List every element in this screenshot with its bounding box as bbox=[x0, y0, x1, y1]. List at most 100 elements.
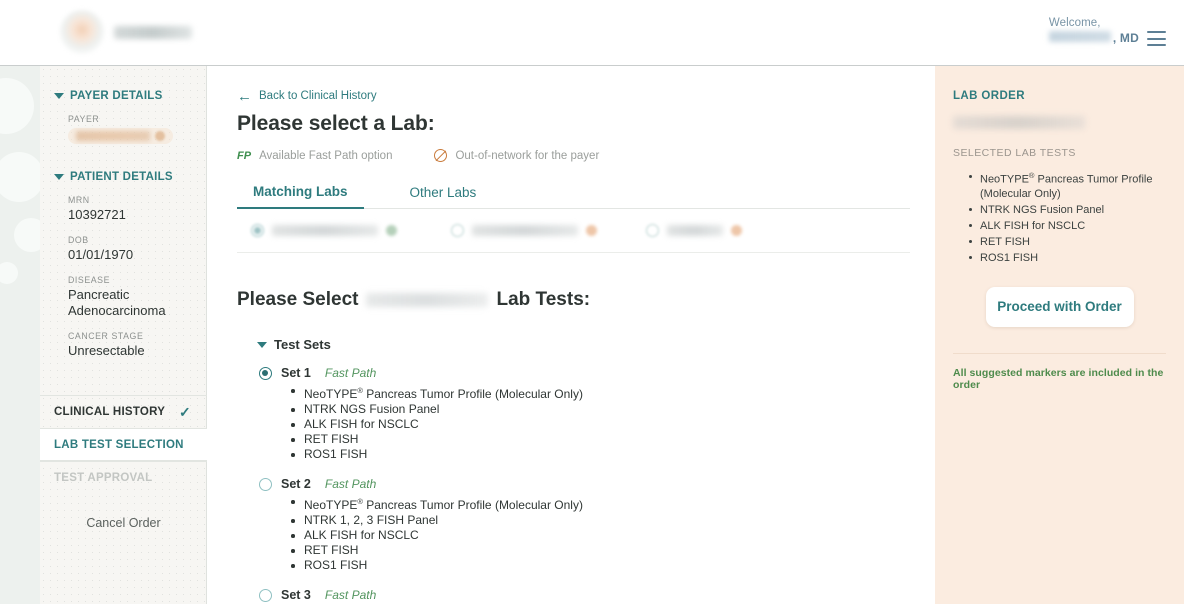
test-name-pre: NeoTYPE bbox=[980, 173, 1029, 186]
radio-icon[interactable] bbox=[259, 366, 272, 380]
field-value: 10392721 bbox=[68, 207, 126, 222]
payer-value-chip[interactable] bbox=[68, 128, 173, 144]
list-item: NTRK 1, 2, 3 FISH Panel bbox=[291, 513, 935, 528]
test-name: NTRK 1, 2, 3 FISH Panel bbox=[304, 513, 439, 527]
lab-name-redacted bbox=[667, 225, 723, 236]
chevron-down-icon bbox=[54, 174, 64, 180]
list-item: ROS1 FISH bbox=[969, 251, 1166, 265]
test-sets-label: Test Sets bbox=[274, 337, 331, 352]
patient-field-disease: DISEASE Pancreatic Adenocarcinoma bbox=[40, 275, 206, 319]
list-item: NeoTYPE® Pancreas Tumor Profile (Molecul… bbox=[969, 169, 1166, 201]
test-list: NeoTYPE® Pancreas Tumor Profile (Molecul… bbox=[291, 383, 935, 462]
list-item: ALK FISH for NSCLC bbox=[291, 528, 935, 543]
list-item: RET FISH bbox=[291, 543, 935, 558]
set-label: Set 3 bbox=[281, 588, 311, 602]
lab-name-redacted bbox=[272, 225, 378, 236]
test-name: ROS1 FISH bbox=[304, 558, 368, 572]
proceed-with-order-button[interactable]: Proceed with Order bbox=[985, 286, 1134, 327]
test-name: RET FISH bbox=[304, 543, 359, 557]
app-header: redacted-lab-logo Welcome, , MD bbox=[0, 0, 1184, 66]
brand-logo[interactable]: redacted-lab-logo bbox=[60, 10, 192, 54]
user-credential: , MD bbox=[1112, 31, 1139, 45]
list-item: NeoTYPE® Pancreas Tumor Profile (Molecul… bbox=[291, 494, 935, 513]
decor-circle bbox=[14, 218, 40, 252]
cancel-order-link[interactable]: Cancel Order bbox=[40, 516, 207, 530]
radio-icon[interactable] bbox=[259, 477, 272, 491]
test-name: ALK FISH for NSCLC bbox=[980, 219, 1086, 232]
section-title-suffix: Lab Tests: bbox=[496, 289, 591, 310]
field-value: Pancreatic Adenocarcinoma bbox=[68, 287, 166, 318]
test-set-1-option[interactable]: Set 1 Fast Path bbox=[259, 366, 935, 380]
test-name-pre: NeoTYPE bbox=[304, 387, 358, 401]
back-link-label: Back to Clinical History bbox=[259, 90, 377, 102]
list-item: NeoTYPE® Pancreas Tumor Profile (Molecul… bbox=[291, 383, 935, 402]
lab-option-1[interactable] bbox=[251, 224, 451, 237]
sidebar: PAYER DETAILS PAYER PATIENT DETAILS MRN … bbox=[40, 66, 207, 604]
patient-field-cancer-stage: CANCER STAGE Unresectable bbox=[40, 331, 206, 359]
lab-order-panel: LAB ORDER SELECTED LAB TESTS NeoTYPE® Pa… bbox=[935, 66, 1184, 604]
user-identity: , MD bbox=[1048, 31, 1139, 46]
list-item: ALK FISH for NSCLC bbox=[291, 417, 935, 432]
list-item: ALK FISH for NSCLC bbox=[969, 219, 1166, 233]
patient-details-title: PATIENT DETAILS bbox=[70, 171, 173, 183]
no-entry-icon bbox=[586, 225, 597, 236]
list-item: ROS1 FISH bbox=[291, 558, 935, 573]
payer-field: PAYER bbox=[40, 114, 206, 146]
legend-item-fast-path: FP Available Fast Path option bbox=[237, 150, 392, 162]
radio-icon[interactable] bbox=[451, 224, 464, 237]
field-label: CANCER STAGE bbox=[68, 331, 144, 341]
hamburger-menu-icon[interactable] bbox=[1147, 31, 1166, 46]
selected-lab-tests-label: SELECTED LAB TESTS bbox=[953, 147, 1076, 159]
radio-icon[interactable] bbox=[251, 224, 264, 237]
step-label: TEST APPROVAL bbox=[54, 472, 153, 484]
lab-options-row bbox=[237, 209, 910, 253]
decor-circle bbox=[0, 152, 40, 202]
list-item: RET FISH bbox=[969, 235, 1166, 249]
payer-details-title: PAYER DETAILS bbox=[70, 90, 163, 102]
close-icon[interactable] bbox=[155, 131, 165, 141]
sidebar-item-clinical-history[interactable]: CLINICAL HISTORY ✓ bbox=[40, 395, 207, 428]
fast-path-label: Fast Path bbox=[324, 588, 377, 602]
test-name: ALK FISH for NSCLC bbox=[304, 528, 419, 542]
payer-field-label: PAYER bbox=[68, 114, 100, 124]
test-name-pre: NeoTYPE bbox=[304, 498, 358, 512]
lab-option-2[interactable] bbox=[451, 224, 646, 237]
back-to-clinical-history-link[interactable]: ← Back to Clinical History bbox=[237, 89, 377, 104]
fast-path-label: Fast Path bbox=[324, 366, 377, 380]
section-title-prefix: Please Select bbox=[237, 289, 359, 310]
legend-label: Out-of-network for the payer bbox=[455, 149, 600, 162]
fast-path-label: Fast Path bbox=[324, 477, 377, 491]
test-name: ROS1 FISH bbox=[304, 447, 368, 461]
sidebar-item-lab-test-selection[interactable]: LAB TEST SELECTION bbox=[40, 428, 207, 461]
test-name: NTRK NGS Fusion Panel bbox=[980, 203, 1105, 216]
patient-details-section: PATIENT DETAILS MRN 10392721 DOB 01/01/1… bbox=[40, 146, 206, 359]
field-label: MRN bbox=[68, 195, 90, 205]
main-content: ← Back to Clinical History Please select… bbox=[207, 66, 935, 604]
selected-lab-tests-list: NeoTYPE® Pancreas Tumor Profile (Molecul… bbox=[969, 169, 1166, 265]
legend: FP Available Fast Path option Out-of-net… bbox=[237, 149, 935, 162]
test-set-3-option[interactable]: Set 3 Fast Path bbox=[259, 588, 935, 602]
list-item: RET FISH bbox=[291, 432, 935, 447]
patient-field-dob: DOB 01/01/1970 bbox=[40, 235, 206, 263]
radio-icon[interactable] bbox=[646, 224, 659, 237]
test-name: NTRK NGS Fusion Panel bbox=[304, 402, 440, 416]
tab-other-labs[interactable]: Other Labs bbox=[394, 179, 493, 208]
list-item: NTRK NGS Fusion Panel bbox=[969, 203, 1166, 217]
user-menu[interactable]: Welcome, , MD bbox=[1048, 16, 1166, 46]
lab-option-3[interactable] bbox=[646, 224, 742, 237]
order-lab-name-redacted bbox=[953, 116, 1085, 129]
radio-icon[interactable] bbox=[259, 588, 272, 602]
patient-field-mrn: MRN 10392721 bbox=[40, 195, 206, 223]
field-value: 01/01/1970 bbox=[68, 247, 134, 262]
lab-test-selection-page: redacted-lab-logo Welcome, , MD bbox=[0, 0, 1184, 604]
test-set-2-option[interactable]: Set 2 Fast Path bbox=[259, 477, 935, 491]
decor-circle bbox=[0, 262, 18, 284]
step-label: LAB TEST SELECTION bbox=[54, 438, 184, 451]
test-set-1: Set 1 Fast Path NeoTYPE® Pancreas Tumor … bbox=[259, 366, 935, 462]
test-sets-header[interactable]: Test Sets bbox=[237, 337, 935, 352]
tab-matching-labs[interactable]: Matching Labs bbox=[237, 178, 364, 209]
field-label: DISEASE bbox=[68, 275, 110, 285]
payer-details-header[interactable]: PAYER DETAILS bbox=[40, 90, 206, 102]
patient-details-header[interactable]: PATIENT DETAILS bbox=[40, 171, 206, 183]
sidebar-item-test-approval: TEST APPROVAL bbox=[40, 461, 207, 494]
